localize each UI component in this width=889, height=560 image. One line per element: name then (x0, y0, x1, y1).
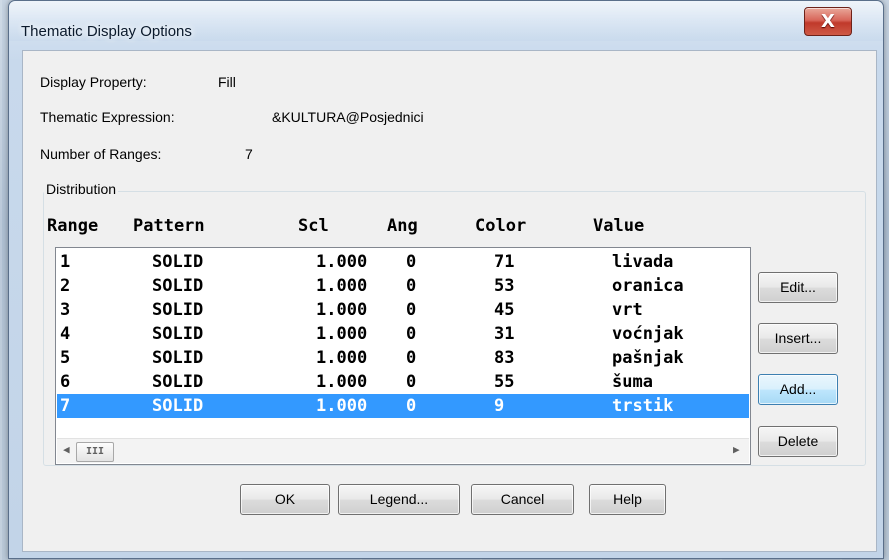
cell-ang: 0 (406, 300, 417, 320)
distribution-list[interactable]: 7 SOLID 1.000 0 9 trstik 6 SOLID 1.000 0 55 šuma 5 SO… (55, 247, 751, 465)
number-of-ranges-value: 7 (245, 146, 253, 162)
delete-button[interactable]: Delete (758, 426, 838, 457)
title-bar[interactable]: Thematic Display Options (9, 1, 883, 41)
thematic-expression-value: &KULTURA@Posjednici (272, 109, 424, 125)
column-header-value: Value (593, 216, 645, 236)
chevron-right-icon[interactable]: ▶ (733, 443, 740, 456)
horizontal-scrollbar[interactable]: ◀ III ▶ (57, 438, 749, 463)
list-item[interactable]: 5 SOLID 1.000 0 83 pašnjak (57, 346, 749, 370)
cell-range: 7 (60, 396, 71, 416)
distribution-caption: Distribution (44, 181, 119, 197)
cell-scl: 1.000 (316, 348, 368, 368)
close-button[interactable]: X (804, 7, 852, 36)
cell-value: voćnjak (612, 324, 684, 344)
list-item[interactable]: 2 SOLID 1.000 0 53 oranica (57, 274, 749, 298)
cell-range: 3 (60, 300, 71, 320)
cell-ang: 0 (406, 348, 417, 368)
cell-pattern: SOLID (152, 276, 204, 296)
cell-range: 4 (60, 324, 71, 344)
thematic-display-options-dialog: Thematic Display Options X Display Prope… (8, 0, 884, 559)
cell-color: 83 (494, 348, 515, 368)
list-item[interactable]: 6 SOLID 1.000 0 55 šuma (57, 370, 749, 394)
cell-pattern: SOLID (152, 372, 204, 392)
chevron-left-icon[interactable]: ◀ (63, 443, 70, 456)
add-button[interactable]: Add... (758, 374, 838, 405)
cell-scl: 1.000 (316, 324, 368, 344)
column-header-color: Color (475, 216, 527, 236)
cell-value: trstik (612, 396, 674, 416)
number-of-ranges-label: Number of Ranges: (40, 146, 162, 162)
cell-ang: 0 (406, 276, 417, 296)
column-header-ang: Ang (387, 216, 418, 236)
edit-button[interactable]: Edit... (758, 272, 838, 303)
cell-pattern: SOLID (152, 324, 204, 344)
cell-color: 55 (494, 372, 515, 392)
display-property-value: Fill (218, 74, 236, 90)
cell-value: oranica (612, 276, 684, 296)
cell-scl: 1.000 (316, 372, 368, 392)
cell-range: 5 (60, 348, 71, 368)
cell-value: pašnjak (612, 348, 684, 368)
cell-ang: 0 (406, 372, 417, 392)
cell-pattern: SOLID (152, 348, 204, 368)
cell-pattern: SOLID (152, 300, 204, 320)
window-title: Thematic Display Options (21, 23, 192, 40)
cell-value: šuma (612, 372, 653, 392)
cell-pattern: SOLID (152, 396, 204, 416)
display-property-label: Display Property: (40, 74, 147, 90)
cell-color: 9 (494, 396, 505, 416)
cell-pattern: SOLID (152, 252, 204, 272)
cell-range: 6 (60, 372, 71, 392)
scrollbar-thumb[interactable]: III (76, 442, 114, 462)
cell-value: livada (612, 252, 674, 272)
cell-scl: 1.000 (316, 300, 368, 320)
list-item[interactable]: 4 SOLID 1.000 0 31 voćnjak (57, 322, 749, 346)
ok-button[interactable]: OK (240, 484, 330, 515)
legend-button[interactable]: Legend... (338, 484, 460, 515)
list-item[interactable]: 1 SOLID 1.000 0 71 livada (57, 250, 749, 274)
column-header-pattern: Pattern (133, 216, 205, 236)
cell-ang: 0 (406, 396, 417, 416)
cell-color: 31 (494, 324, 515, 344)
list-item[interactable]: 7 SOLID 1.000 0 9 trstik (57, 394, 749, 418)
cancel-button[interactable]: Cancel (471, 484, 574, 515)
cell-scl: 1.000 (316, 252, 368, 272)
cell-color: 71 (494, 252, 515, 272)
insert-button[interactable]: Insert... (758, 323, 838, 354)
cell-color: 53 (494, 276, 515, 296)
cell-ang: 0 (406, 324, 417, 344)
cell-scl: 1.000 (316, 396, 368, 416)
column-header-range: Range (47, 216, 99, 236)
cell-ang: 0 (406, 252, 417, 272)
dialog-body: Display Property: Fill Thematic Expressi… (22, 50, 877, 552)
cell-range: 2 (60, 276, 71, 296)
help-button[interactable]: Help (589, 484, 666, 515)
cell-value: vrt (612, 300, 643, 320)
list-item[interactable]: 3 SOLID 1.000 0 45 vrt (57, 298, 749, 322)
column-header-scl: Scl (298, 216, 329, 236)
thematic-expression-label: Thematic Expression: (40, 109, 175, 125)
cell-scl: 1.000 (316, 276, 368, 296)
close-icon: X (821, 11, 835, 32)
cell-range: 1 (60, 252, 71, 272)
cell-color: 45 (494, 300, 515, 320)
